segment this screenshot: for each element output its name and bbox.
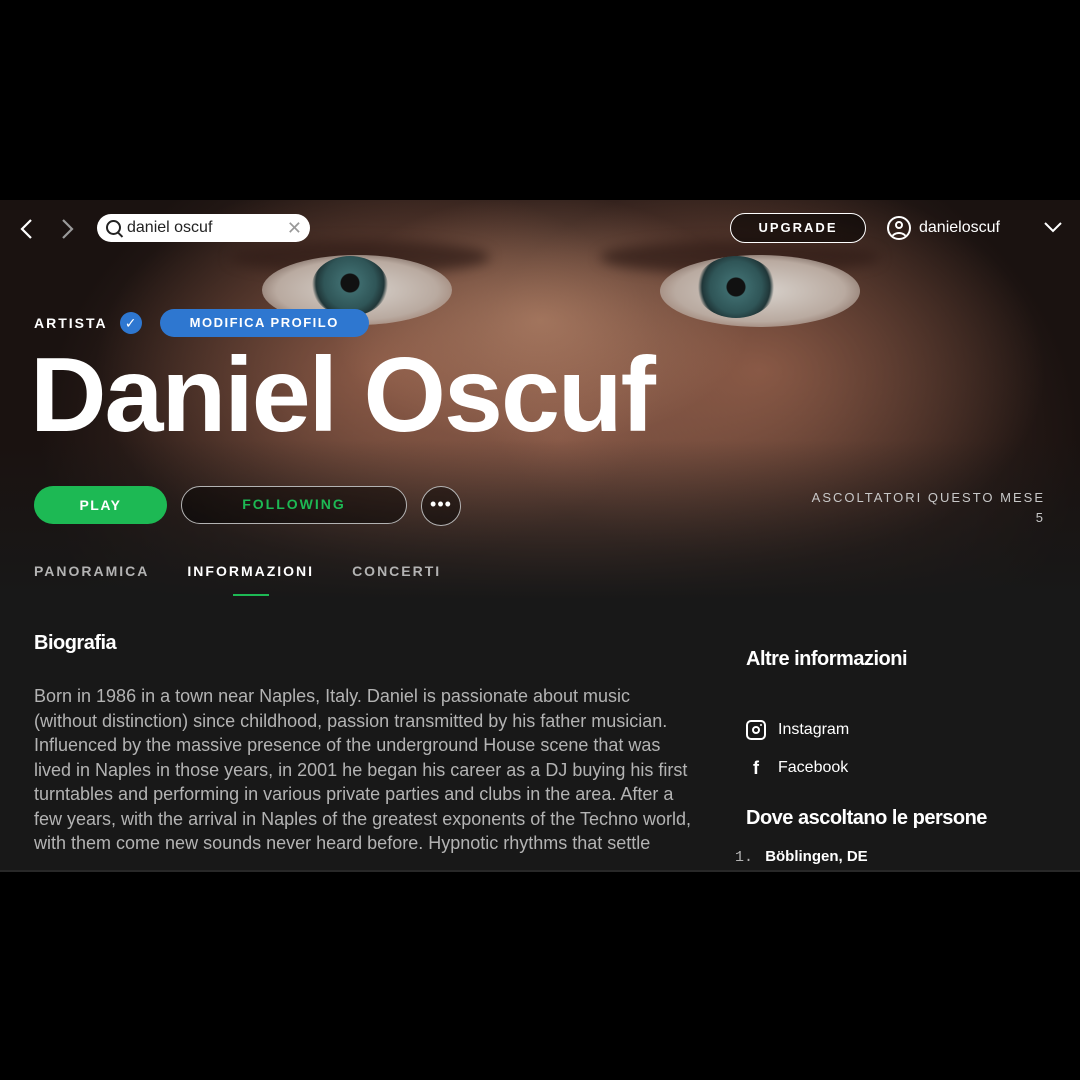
- monthly-listeners-value: 5: [1035, 510, 1045, 525]
- instagram-label: Instagram: [778, 721, 850, 738]
- following-button[interactable]: FOLLOWING: [181, 486, 407, 524]
- where-people-listen-heading: Dove ascoltano le persone: [746, 807, 987, 829]
- more-options-button[interactable]: •••: [421, 486, 461, 526]
- biography-heading: Biografia: [34, 632, 117, 654]
- instagram-icon: [746, 720, 766, 740]
- artist-type-label: ARTISTA: [34, 315, 108, 331]
- chevron-right-icon: [62, 219, 74, 239]
- tab-panoramica[interactable]: PANORAMICA: [34, 562, 149, 596]
- verified-check-icon: ✓: [119, 312, 142, 334]
- artist-badge-row: ARTISTA ✓ MODIFICA PROFILO: [34, 308, 369, 338]
- chevron-down-icon: [1044, 222, 1062, 233]
- hero-iris-left: [312, 256, 388, 316]
- artist-name: Daniel Oscuf: [30, 336, 656, 454]
- top-bar: ✕ UPGRADE danieloscuf: [0, 200, 1080, 256]
- upgrade-button[interactable]: UPGRADE: [730, 213, 866, 243]
- monthly-listeners: ASCOLTATORI QUESTO MESE 5: [812, 488, 1045, 528]
- back-button[interactable]: [12, 214, 42, 244]
- user-avatar-icon: [887, 216, 911, 240]
- search-icon: [106, 220, 121, 235]
- app-window: ✕ UPGRADE danieloscuf ARTISTA ✓ MODIFICA…: [0, 200, 1080, 872]
- forward-button[interactable]: [52, 214, 82, 244]
- artist-tabs: PANORAMICA INFORMAZIONI CONCERTI: [34, 562, 479, 596]
- hero-iris-right: [696, 256, 776, 318]
- search-input[interactable]: [127, 214, 277, 242]
- window-bottom-edge: [0, 870, 1080, 872]
- edit-profile-button[interactable]: MODIFICA PROFILO: [159, 309, 369, 337]
- more-info-heading: Altre informazioni: [746, 648, 908, 670]
- facebook-link[interactable]: f Facebook: [746, 756, 848, 780]
- play-button[interactable]: PLAY: [34, 486, 167, 524]
- tab-informazioni[interactable]: INFORMAZIONI: [187, 562, 314, 596]
- clear-search-icon[interactable]: ✕: [287, 217, 302, 239]
- tab-concerti[interactable]: CONCERTI: [352, 562, 441, 596]
- user-dropdown-button[interactable]: [1040, 214, 1066, 240]
- city-rank: 1.: [735, 849, 754, 866]
- city-name: Böblingen, DE: [765, 848, 868, 865]
- list-item: 1. Böblingen, DE: [735, 848, 868, 866]
- biography-text: Born in 1986 in a town near Naples, Ital…: [34, 686, 692, 853]
- facebook-label: Facebook: [778, 759, 849, 776]
- monthly-listeners-label: ASCOLTATORI QUESTO MESE: [811, 490, 1045, 505]
- chevron-left-icon: [20, 219, 32, 239]
- user-menu[interactable]: danieloscuf: [887, 213, 1000, 243]
- username-label: danieloscuf: [919, 219, 1000, 236]
- search-box: ✕: [97, 214, 310, 242]
- instagram-link[interactable]: Instagram: [746, 718, 849, 742]
- facebook-icon: f: [753, 758, 759, 778]
